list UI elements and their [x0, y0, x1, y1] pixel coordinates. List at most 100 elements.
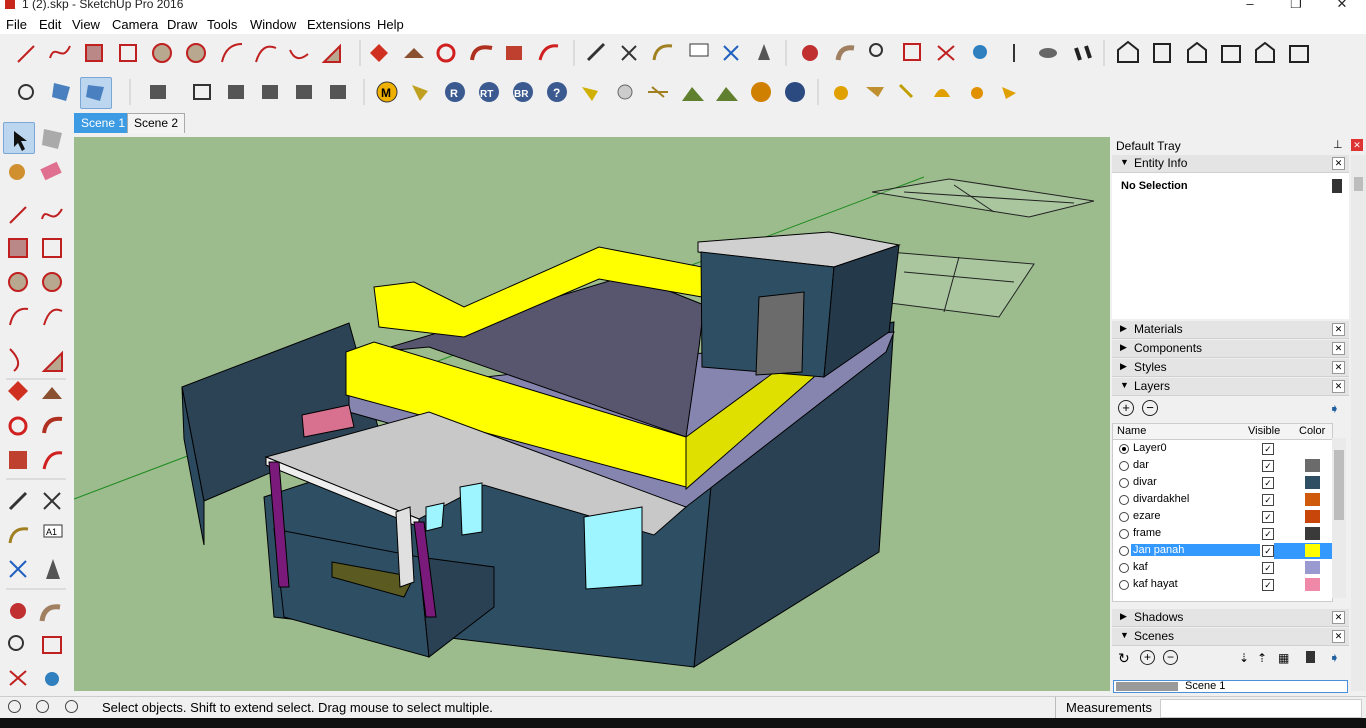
layer-name[interactable]: frame [1133, 527, 1161, 539]
layer-color-swatch[interactable] [1305, 493, 1320, 506]
layer-color-swatch[interactable] [1305, 544, 1320, 557]
scenes-close-button[interactable]: ✕ [1332, 630, 1345, 643]
move-scene-down-icon[interactable]: ⇣ [1239, 651, 1249, 665]
menu-file[interactable]: File [6, 17, 27, 32]
layer-row[interactable]: frame ✓ [1114, 526, 1332, 543]
delete-layer-icon[interactable]: − [1142, 400, 1158, 416]
entity-info-close-button[interactable]: ✕ [1332, 157, 1345, 170]
tray-close-button[interactable]: ✕ [1351, 139, 1363, 151]
layer-row[interactable]: Jan panah ✓ [1114, 543, 1332, 560]
tray-pin-icon[interactable]: ⊥ [1333, 138, 1343, 151]
active-layer-radio[interactable] [1119, 512, 1129, 522]
layer-name[interactable]: kaf [1133, 561, 1148, 573]
layer-visible-checkbox[interactable]: ✓ [1262, 528, 1274, 540]
layer-row[interactable]: ezare ✓ [1114, 509, 1332, 526]
layer-visible-checkbox[interactable]: ✓ [1262, 545, 1274, 557]
menu-extensions[interactable]: Extensions [307, 17, 371, 32]
layer-name[interactable]: dar [1133, 459, 1149, 471]
minimize-button[interactable]: – [1230, 0, 1270, 12]
layer-name[interactable]: divardakhel [1133, 493, 1189, 505]
active-layer-radio[interactable] [1119, 563, 1129, 573]
layers-scrollbar[interactable] [1332, 438, 1346, 598]
maximize-button[interactable]: ❐ [1276, 0, 1316, 12]
components-close-button[interactable]: ✕ [1332, 342, 1345, 355]
geo-location-icon[interactable] [8, 700, 21, 713]
layer-color-swatch[interactable] [1305, 561, 1320, 574]
layer-visible-checkbox[interactable]: ✓ [1262, 460, 1274, 472]
layer-name[interactable]: kaf hayat [1133, 578, 1178, 590]
active-layer-radio[interactable] [1119, 495, 1129, 505]
shadows-header[interactable]: ▶ Shadows ✕ [1112, 609, 1349, 627]
entity-expand-icon[interactable] [1332, 179, 1342, 193]
styles-header[interactable]: ▶ Styles ✕ [1112, 359, 1349, 377]
layer-visible-checkbox[interactable]: ✓ [1262, 562, 1274, 574]
tab-scene-1[interactable]: Scene 1 [74, 113, 133, 133]
menu-view[interactable]: View [72, 17, 100, 32]
layer-row[interactable]: kaf hayat ✓ [1114, 577, 1332, 594]
layer-color-swatch[interactable] [1305, 459, 1320, 472]
add-layer-icon[interactable]: + [1118, 400, 1134, 416]
column-color[interactable]: Color [1299, 425, 1325, 437]
tab-scene-2[interactable]: Scene 2 [127, 113, 186, 133]
styles-close-button[interactable]: ✕ [1332, 361, 1345, 374]
shadows-close-button[interactable]: ✕ [1332, 611, 1345, 624]
layer-row[interactable]: divar ✓ [1114, 475, 1332, 492]
layer-row[interactable]: kaf ✓ [1114, 560, 1332, 577]
model-viewport[interactable] [74, 137, 1110, 691]
active-layer-radio[interactable] [1119, 444, 1129, 454]
menu-camera[interactable]: Camera [112, 17, 158, 32]
credits-icon[interactable] [36, 700, 49, 713]
layer-color-swatch[interactable] [1305, 510, 1320, 523]
entity-info-header[interactable]: ▼ Entity Info ✕ [1112, 155, 1349, 173]
refresh-scene-icon[interactable]: ↻ [1118, 650, 1130, 667]
layer-row[interactable]: dar ✓ [1114, 458, 1332, 475]
layer-name[interactable]: divar [1133, 476, 1157, 488]
tray-scrollbar[interactable] [1351, 155, 1366, 691]
active-layer-radio[interactable] [1119, 461, 1129, 471]
column-name[interactable]: Name [1117, 425, 1146, 437]
close-window-button[interactable]: ✕ [1322, 0, 1362, 12]
layer-visible-checkbox[interactable]: ✓ [1262, 443, 1274, 455]
menu-edit[interactable]: Edit [39, 17, 61, 32]
components-header[interactable]: ▶ Components ✕ [1112, 340, 1349, 358]
menu-draw[interactable]: Draw [167, 17, 197, 32]
materials-close-button[interactable]: ✕ [1332, 323, 1345, 336]
layer-color-swatch[interactable] [1305, 442, 1320, 455]
menu-help[interactable]: Help [377, 17, 404, 32]
hide-thumbnails-icon[interactable] [1306, 651, 1315, 663]
layers-header[interactable]: ▼ Layers ✕ [1112, 378, 1349, 396]
layer-color-swatch[interactable] [1305, 578, 1320, 591]
active-layer-radio[interactable] [1119, 529, 1129, 539]
materials-header[interactable]: ▶ Materials ✕ [1112, 321, 1349, 339]
layer-color-swatch[interactable] [1305, 527, 1320, 540]
active-layer-radio[interactable] [1119, 580, 1129, 590]
layer-name[interactable]: Jan panah [1131, 544, 1260, 556]
active-layer-radio[interactable] [1119, 546, 1129, 556]
active-layer-radio[interactable] [1119, 478, 1129, 488]
menu-tools[interactable]: Tools [207, 17, 237, 32]
scenes-header[interactable]: ▼ Scenes ✕ [1112, 628, 1349, 646]
delete-scene-icon[interactable]: − [1163, 650, 1178, 665]
layer-name[interactable]: ezare [1133, 510, 1161, 522]
move-scene-up-icon[interactable]: ⇡ [1257, 651, 1267, 665]
layers-close-button[interactable]: ✕ [1332, 380, 1345, 393]
tray-scroll-thumb[interactable] [1354, 177, 1363, 191]
layer-visible-checkbox[interactable]: ✓ [1262, 579, 1274, 591]
measurements-input[interactable] [1160, 699, 1362, 718]
layer-visible-checkbox[interactable]: ✓ [1262, 494, 1274, 506]
layer-row[interactable]: divardakhel ✓ [1114, 492, 1332, 509]
layers-scroll-thumb[interactable] [1334, 450, 1344, 520]
layer-row[interactable]: Layer0 ✓ [1114, 441, 1332, 458]
layer-visible-checkbox[interactable]: ✓ [1262, 477, 1274, 489]
scene-list[interactable]: Scene 1 [1113, 680, 1348, 693]
add-scene-icon[interactable]: + [1140, 650, 1155, 665]
layer-visible-checkbox[interactable]: ✓ [1262, 511, 1274, 523]
layer-details-icon[interactable]: ➧ [1329, 401, 1340, 417]
menu-window[interactable]: Window [250, 17, 296, 32]
layer-color-swatch[interactable] [1305, 476, 1320, 489]
user-account-icon[interactable] [65, 700, 78, 713]
column-visible[interactable]: Visible [1248, 425, 1280, 437]
view-options-icon[interactable]: ▦ [1278, 651, 1289, 665]
layer-name[interactable]: Layer0 [1133, 442, 1167, 454]
scene-details-icon[interactable]: ➧ [1329, 650, 1340, 666]
